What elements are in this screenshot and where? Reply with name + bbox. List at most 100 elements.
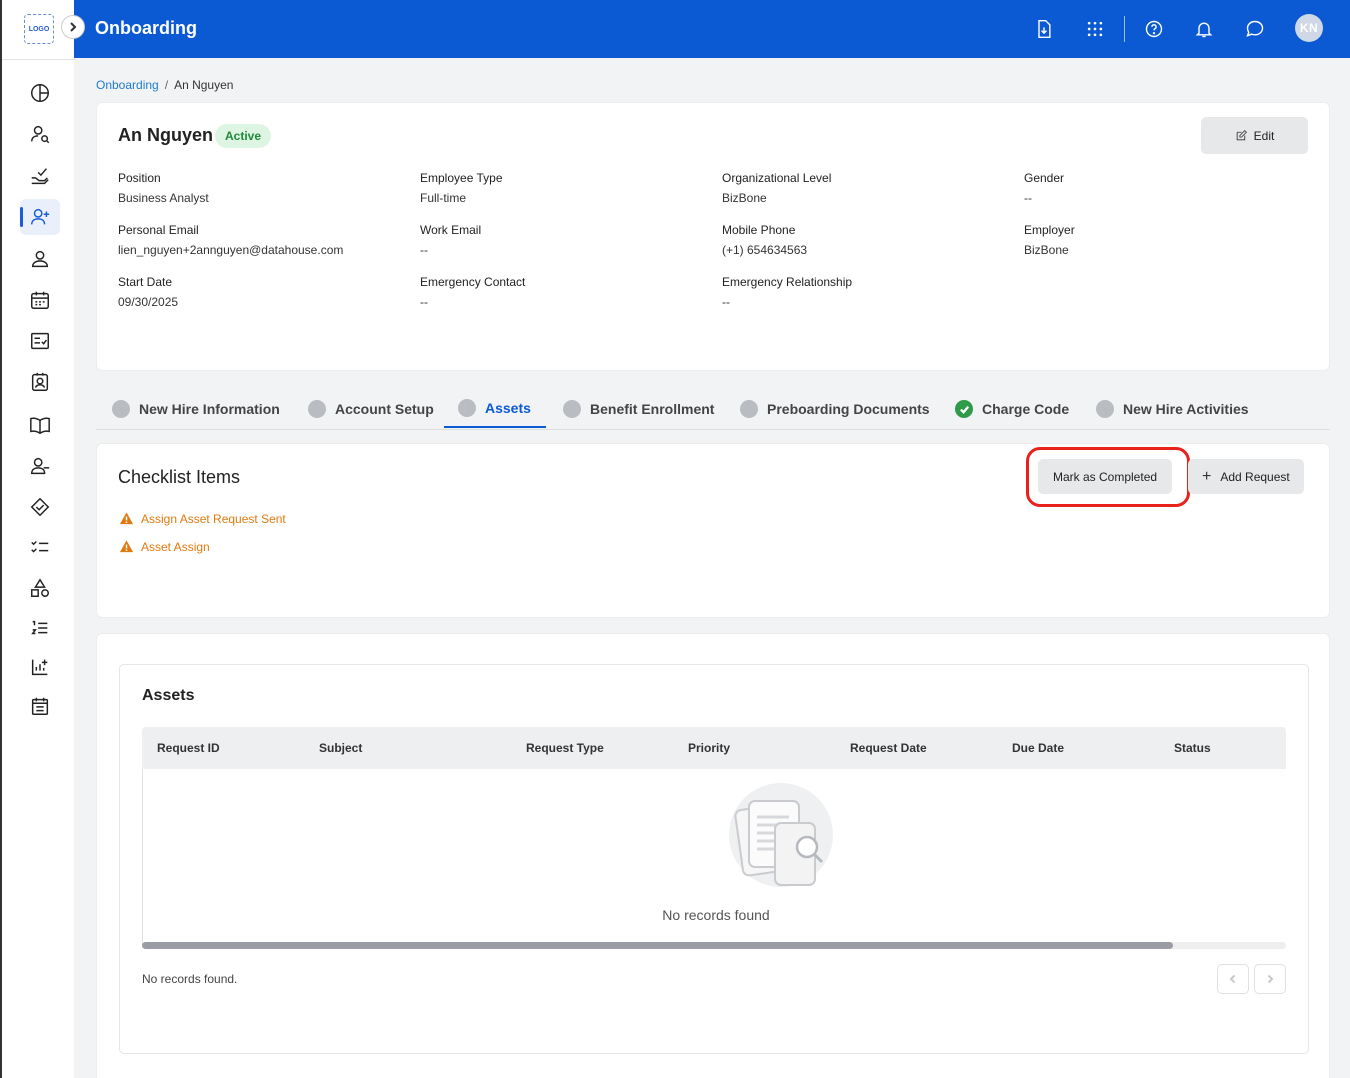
sidebar-divider bbox=[2, 59, 76, 60]
sidebar-item-task-list[interactable] bbox=[20, 529, 60, 565]
pending-status-icon bbox=[458, 399, 476, 417]
add-request-button[interactable]: + Add Request bbox=[1188, 459, 1304, 494]
checklist-item-label: Asset Assign bbox=[141, 539, 210, 554]
table-body: No records found bbox=[142, 769, 1286, 945]
user-avatar[interactable]: KN bbox=[1295, 14, 1323, 42]
edit-icon bbox=[1236, 130, 1247, 141]
apps-grid-button[interactable] bbox=[1082, 16, 1108, 42]
help-button[interactable] bbox=[1141, 16, 1167, 42]
sidebar-item-report-add[interactable] bbox=[20, 649, 60, 685]
sidebar-item-contact-card[interactable] bbox=[20, 364, 60, 400]
field-emergency-relationship: Emergency Relationship -- bbox=[722, 275, 852, 309]
chat-button[interactable] bbox=[1242, 16, 1268, 42]
sidebar-collapse-button[interactable] bbox=[61, 15, 85, 39]
breadcrumb-separator: / bbox=[164, 78, 169, 92]
tab-new-hire-activities[interactable]: New Hire Activities bbox=[1082, 390, 1263, 428]
column-header-request-date[interactable]: Request Date bbox=[850, 741, 927, 755]
report-add-icon bbox=[31, 659, 48, 676]
checklist-item[interactable]: Assign Asset Request Sent bbox=[119, 511, 286, 526]
breadcrumb: Onboarding / An Nguyen bbox=[96, 78, 233, 92]
field-label: Work Email bbox=[420, 223, 482, 237]
field-personal-email: Personal Email lien_nguyen+2annguyen@dat… bbox=[118, 223, 343, 257]
assets-section: Assets Request ID Subject Request Type P… bbox=[96, 633, 1330, 1078]
field-value: 09/30/2025 bbox=[118, 295, 179, 309]
tab-benefit-enrollment[interactable]: Benefit Enrollment bbox=[549, 390, 728, 428]
app-logo[interactable]: LOGO bbox=[24, 14, 54, 44]
sidebar-item-numbered-list[interactable] bbox=[20, 610, 60, 646]
sidebar-item-checklist-board[interactable] bbox=[20, 323, 60, 359]
status-badge: Active bbox=[215, 124, 272, 148]
tab-label: New Hire Activities bbox=[1123, 401, 1249, 417]
field-employer: Employer BizBone bbox=[1024, 223, 1075, 257]
task-list-icon bbox=[31, 540, 49, 553]
tab-label: Charge Code bbox=[982, 401, 1070, 417]
column-header-request-type[interactable]: Request Type bbox=[526, 741, 604, 755]
warning-icon bbox=[119, 540, 134, 553]
download-doc-button[interactable] bbox=[1031, 16, 1057, 42]
field-org-level: Organizational Level BizBone bbox=[722, 171, 831, 205]
calendar-icon bbox=[31, 291, 49, 309]
tab-label: Assets bbox=[485, 400, 531, 416]
field-mobile-phone: Mobile Phone (+1) 654634563 bbox=[722, 223, 807, 257]
tab-preboarding-documents[interactable]: Preboarding Documents bbox=[726, 390, 944, 428]
sidebar-item-schedule[interactable] bbox=[20, 688, 60, 724]
tab-new-hire-information[interactable]: New Hire Information bbox=[98, 390, 294, 428]
dashboard-icon bbox=[31, 84, 49, 102]
sidebar-item-user-remove[interactable] bbox=[20, 448, 60, 484]
field-work-email: Work Email -- bbox=[420, 223, 481, 257]
tab-label: Benefit Enrollment bbox=[590, 401, 715, 417]
field-value: Business Analyst bbox=[118, 191, 209, 205]
pending-status-icon bbox=[740, 400, 758, 418]
tab-label: Preboarding Documents bbox=[767, 401, 930, 417]
tab-assets[interactable]: Assets bbox=[444, 390, 546, 428]
field-label: Position bbox=[118, 171, 161, 185]
checklist-title: Checklist Items bbox=[118, 467, 241, 487]
column-header-priority[interactable]: Priority bbox=[688, 741, 730, 755]
column-header-status[interactable]: Status bbox=[1174, 741, 1211, 755]
sidebar-item-calendar[interactable] bbox=[20, 282, 60, 318]
tab-label: Account Setup bbox=[335, 401, 434, 417]
tab-account-setup[interactable]: Account Setup bbox=[294, 390, 448, 428]
download-doc-icon bbox=[1038, 19, 1051, 39]
user-add-icon bbox=[31, 208, 50, 225]
hand-check-icon bbox=[31, 168, 49, 185]
field-employee-type: Employee Type Full-time bbox=[420, 171, 503, 205]
employee-profile-card: An Nguyen Active Edit Position Business … bbox=[96, 102, 1330, 371]
column-header-subject[interactable]: Subject bbox=[319, 741, 362, 755]
field-value: (+1) 654634563 bbox=[722, 243, 808, 257]
scrollbar-thumb[interactable] bbox=[142, 942, 1173, 949]
next-page-button[interactable] bbox=[1254, 964, 1286, 994]
sidebar-item-book[interactable] bbox=[20, 407, 60, 443]
sidebar-item-dashboard[interactable] bbox=[20, 75, 60, 111]
field-value: BizBone bbox=[1024, 243, 1069, 257]
column-header-due-date[interactable]: Due Date bbox=[1012, 741, 1064, 755]
field-value: -- bbox=[420, 243, 428, 257]
horizontal-scrollbar[interactable] bbox=[142, 942, 1286, 949]
breadcrumb-current: An Nguyen bbox=[174, 78, 234, 92]
sidebar-item-handshake[interactable] bbox=[20, 489, 60, 525]
field-value: -- bbox=[722, 295, 730, 309]
sidebar-item-shapes[interactable] bbox=[20, 570, 60, 606]
field-value: -- bbox=[420, 295, 428, 309]
field-value: BizBone bbox=[722, 191, 767, 205]
top-header: Onboarding KN bbox=[74, 0, 1350, 58]
user-remove-icon bbox=[31, 457, 50, 475]
checklist-item[interactable]: Asset Assign bbox=[119, 539, 210, 554]
schedule-icon bbox=[31, 697, 49, 715]
breadcrumb-onboarding-link[interactable]: Onboarding bbox=[96, 78, 159, 92]
empty-state-text: No records found bbox=[662, 907, 770, 923]
page-title: Onboarding bbox=[95, 18, 197, 38]
sidebar-item-user-search[interactable] bbox=[20, 116, 60, 152]
column-header-request-id[interactable]: Request ID bbox=[157, 741, 220, 755]
notifications-button[interactable] bbox=[1191, 16, 1217, 42]
edit-button[interactable]: Edit bbox=[1201, 117, 1308, 154]
field-start-date: Start Date 09/30/2025 bbox=[118, 275, 178, 309]
chevron-right-icon bbox=[1267, 974, 1274, 984]
sidebar-item-onboarding[interactable] bbox=[20, 199, 60, 235]
previous-page-button[interactable] bbox=[1217, 964, 1249, 994]
tab-charge-code[interactable]: Charge Code bbox=[941, 390, 1083, 428]
sidebar-item-person[interactable] bbox=[20, 241, 60, 277]
sidebar-item-hand-check[interactable] bbox=[20, 158, 60, 194]
records-summary: No records found. bbox=[142, 972, 238, 986]
field-label: Mobile Phone bbox=[722, 223, 796, 237]
